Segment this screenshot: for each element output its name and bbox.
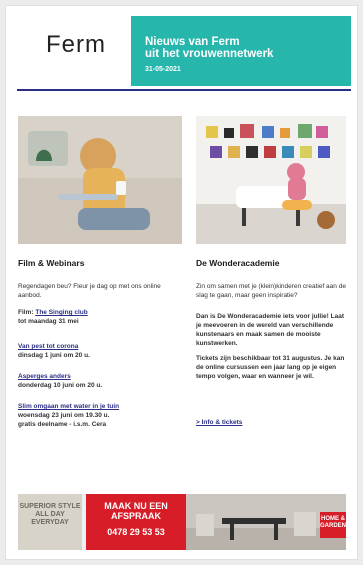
right-paragraph-1: Zin om samen met je (klein)kinderen crea…: [196, 283, 346, 299]
header-banner: Nieuws van Ferm uit het vrouwennetwerk 3…: [131, 16, 351, 86]
left-item-1-prefix: Film:: [18, 309, 34, 316]
art-wall-illustration: [196, 116, 346, 244]
ad-banner[interactable]: SUPERIOR STYLE ALL DAY EVERYDAY MAAK NU …: [18, 494, 346, 550]
right-column-title: De Wonderacademie: [196, 258, 280, 268]
ferm-logo[interactable]: Ferm: [46, 31, 106, 59]
left-intro: Regendagen beu? Fleur je dag op met ons …: [18, 283, 161, 299]
header-title-line1: Nieuws van Ferm: [145, 36, 240, 48]
header-date: 31-05-2021: [145, 66, 181, 73]
banner-photo: HOME & GARDEN: [186, 494, 346, 550]
info-tickets-link-wrap: > Info & tickets: [196, 418, 346, 427]
right-paragraph-3: Tickets zijn beschikbaar tot 31 augustus…: [196, 355, 345, 380]
header-title: Nieuws van Ferm uit het vrouwennetwerk: [145, 36, 345, 60]
left-item-4: Slim omgaan met water in je tuin woensda…: [18, 402, 182, 429]
header-title-line2: uit het vrouwennetwerk: [145, 48, 274, 60]
banner-phone[interactable]: 0478 29 53 53: [92, 527, 180, 537]
right-paragraph-2: Dan is De Wonderacademie iets voor julli…: [196, 313, 344, 347]
film-webinars-image[interactable]: [18, 116, 182, 244]
info-tickets-link[interactable]: > Info & tickets: [196, 419, 242, 426]
left-item-3-link[interactable]: Asperges anders: [18, 372, 182, 381]
left-item-1-detail: tot maandag 31 mei: [18, 318, 79, 325]
newsletter-frame: Ferm Nieuws van Ferm uit het vrouwennetw…: [6, 6, 357, 559]
left-column-title: Film & Webinars: [18, 258, 85, 268]
wonderacademie-image[interactable]: [196, 116, 346, 244]
banner-cta[interactable]: MAAK NU EEN AFSPRAAK: [92, 501, 180, 521]
woman-laptop-illustration: [18, 116, 182, 244]
left-item-2-link[interactable]: Van pest tot corona: [18, 342, 182, 351]
newsletter-header: Ferm Nieuws van Ferm uit het vrouwennetw…: [6, 6, 357, 94]
left-item-1: Film: The Singing club tot maandag 31 me…: [18, 308, 182, 326]
banner-left-text: SUPERIOR STYLE ALL DAY EVERYDAY: [19, 503, 81, 526]
home-garden-badge: HOME & GARDEN: [320, 512, 346, 538]
left-item-4-detail: woensdag 23 juni om 19.30 u.: [18, 412, 110, 419]
left-item-4-extra: gratis deelname - i.s.m. Cera: [18, 421, 107, 428]
banner-cta-block[interactable]: MAAK NU EEN AFSPRAAK 0478 29 53 53: [86, 494, 186, 550]
left-item-2-detail: dinsdag 1 juni om 20 u.: [18, 352, 90, 359]
left-item-4-link[interactable]: Slim omgaan met water in je tuin: [18, 402, 182, 411]
left-item-2: Van pest tot corona dinsdag 1 juni om 20…: [18, 342, 182, 360]
header-divider: [17, 89, 351, 91]
banner-left-block: SUPERIOR STYLE ALL DAY EVERYDAY: [18, 494, 82, 550]
left-item-1-link[interactable]: The Singing club: [35, 309, 87, 316]
left-item-3-detail: donderdag 10 juni om 20 u.: [18, 382, 103, 389]
left-item-3: Asperges anders donderdag 10 juni om 20 …: [18, 372, 182, 390]
